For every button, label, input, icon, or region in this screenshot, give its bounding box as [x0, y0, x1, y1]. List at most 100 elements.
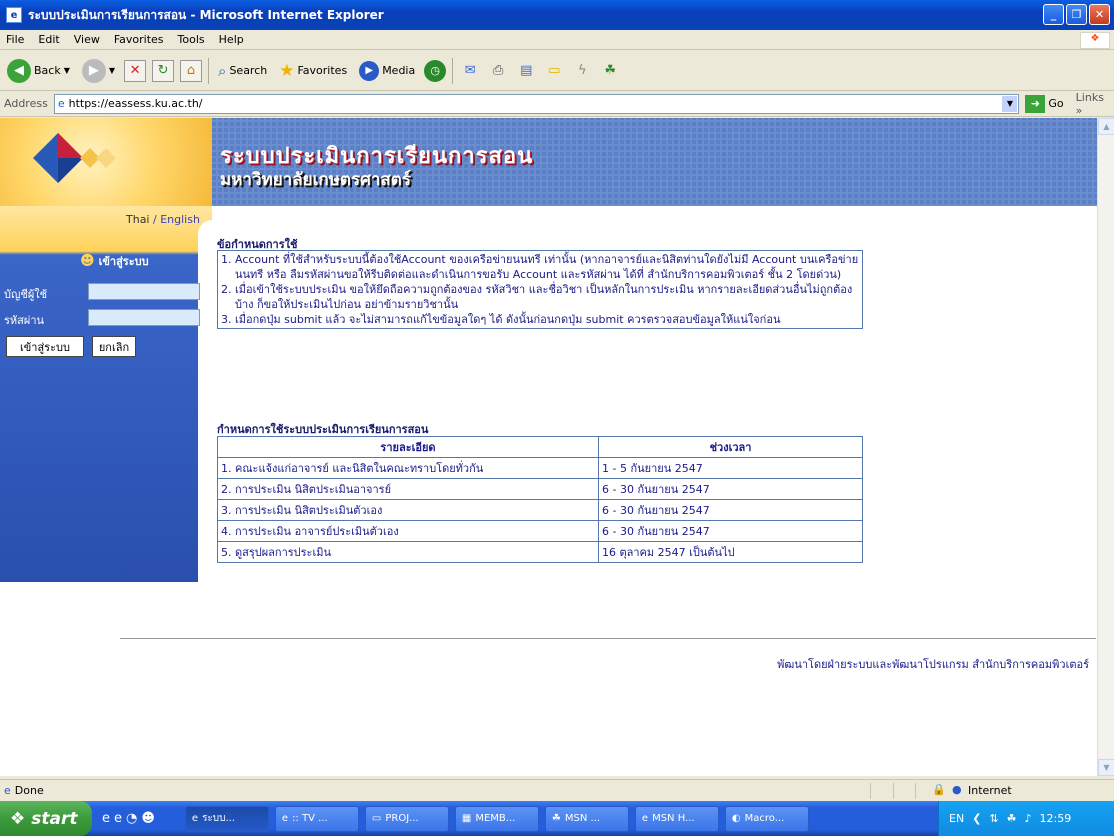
network-icon[interactable]: ⇅ — [989, 812, 998, 825]
lang-english[interactable]: English — [160, 213, 200, 226]
go-label: Go — [1048, 97, 1064, 110]
task-button[interactable]: e ระบบ... — [184, 805, 269, 832]
menu-bar: File Edit View Favorites Tools Help — [0, 30, 1114, 50]
msn-icon: ☘ — [551, 813, 561, 824]
login-heading: ☻ เข้าสู่ระบบ — [80, 252, 149, 270]
tray-chevron-icon[interactable]: ❮ — [972, 812, 981, 825]
messenger-quicklaunch-icon[interactable]: ☻ — [141, 811, 155, 826]
windows-logo-icon: ❖ — [1080, 32, 1110, 49]
lang-thai[interactable]: Thai — [126, 213, 150, 226]
task-button[interactable]: e MSN H... — [634, 805, 719, 832]
chevron-down-icon[interactable]: ▼ — [1001, 94, 1019, 113]
task-button[interactable]: ▦ MEMB... — [454, 805, 539, 832]
task-buttons: e ระบบ... e:: TV ... ▭ PROJ... ▦ MEMB... ☘ M… — [184, 805, 809, 832]
start-button[interactable]: ❖ start — [0, 801, 92, 836]
rule-text: เมื่อเข้าใช้ระบบประเมิน ขอให้ยึดถือความถ… — [235, 283, 853, 311]
login-button[interactable]: เข้าสู่ระบบ — [6, 336, 84, 357]
cell-detail: 1. คณะแจ้งแก่อาจารย์ และนิสิตในคณะทราบโด… — [217, 457, 599, 479]
ie-icon: e — [6, 7, 22, 23]
ku-logo-icon — [33, 133, 116, 183]
favorites-label: Favorites — [297, 64, 348, 77]
menu-favorites[interactable]: Favorites — [114, 33, 164, 46]
scroll-up-icon[interactable]: ▲ — [1098, 118, 1114, 135]
password-input[interactable] — [88, 309, 200, 326]
ie2-quicklaunch-icon[interactable]: e — [114, 811, 122, 826]
username-input[interactable] — [88, 283, 200, 300]
title-bar: e ระบบประเมินการเรียนการสอน - Microsoft … — [0, 0, 1114, 30]
print-icon[interactable]: ⎙ — [487, 60, 509, 82]
password-label: รหัสผ่าน — [4, 314, 45, 327]
task-label: MSN H... — [652, 813, 695, 824]
scroll-down-icon[interactable]: ▼ — [1098, 759, 1114, 776]
task-button[interactable]: ☘ MSN ... — [544, 805, 629, 832]
minimize-button[interactable]: _ — [1043, 4, 1064, 25]
menu-edit[interactable]: Edit — [38, 33, 59, 46]
rule-text: Account ที่ใช้สำหรับระบบนี้ต้องใช้Accoun… — [235, 253, 859, 281]
page-content: ระบบประเมินการเรียนการสอน มหาวิทยาลัยเกษ… — [0, 118, 1097, 776]
volume-icon[interactable]: ♪ — [1025, 812, 1032, 825]
status-bar: e Done 🔒 ● Internet — [0, 779, 1114, 801]
menu-view[interactable]: View — [74, 33, 100, 46]
stop-icon[interactable]: ✕ — [124, 59, 147, 82]
rule-number: 3. — [221, 313, 232, 326]
search-button[interactable]: ⌕ Search — [215, 56, 270, 86]
research-icon[interactable]: ϟ — [571, 60, 593, 82]
refresh-icon[interactable]: ↻ — [152, 59, 175, 82]
table-row: 3. การประเมิน นิสิตประเมินตัวเอง 6 - 30 ก… — [217, 499, 863, 521]
vertical-scrollbar[interactable]: ▲ ▼ — [1097, 118, 1114, 776]
discuss-icon[interactable]: ▭ — [543, 60, 565, 82]
address-url: https://eassess.ku.ac.th/ — [68, 97, 203, 110]
messenger-icon[interactable]: ☘ — [599, 60, 621, 82]
menu-tools[interactable]: Tools — [178, 33, 205, 46]
history-icon[interactable]: ◷ — [424, 59, 447, 82]
star-icon: ★ — [279, 60, 295, 81]
links-label: Links — [1075, 90, 1104, 104]
search-icon: ⌕ — [218, 61, 227, 80]
task-button[interactable]: ◐ Macro... — [724, 805, 809, 832]
go-button[interactable]: ➜ Go — [1025, 94, 1064, 113]
cell-period: 6 - 30 กันยายน 2547 — [598, 520, 863, 542]
home-icon[interactable]: ⌂ — [180, 59, 203, 82]
go-arrow-icon: ➜ — [1025, 94, 1046, 113]
zone-text: Internet — [968, 784, 1012, 797]
quick-launch: e e ◔ ☻ — [102, 811, 155, 826]
lock-icon: 🔒 — [932, 783, 946, 796]
task-label: :: TV ... — [292, 813, 328, 824]
media-button[interactable]: ▶ Media — [356, 56, 418, 86]
media-label: Media — [382, 64, 416, 77]
menu-file[interactable]: File — [6, 33, 24, 46]
close-button[interactable]: ✕ — [1089, 4, 1110, 25]
mail-icon[interactable]: ✉ — [459, 60, 481, 82]
rule-number: 1. — [221, 253, 232, 266]
users-icon: ☻ — [80, 253, 95, 269]
cell-detail: 3. การประเมิน นิสิตประเมินตัวเอง — [217, 499, 599, 521]
cancel-button[interactable]: ยกเลิก — [92, 336, 136, 357]
task-button[interactable]: ▭ PROJ... — [364, 805, 449, 832]
messenger-tray-icon[interactable]: ☘ — [1007, 812, 1017, 825]
table-icon: ▦ — [461, 813, 472, 824]
address-input[interactable]: e https://eassess.ku.ac.th/ ▼ — [53, 93, 1020, 114]
rules-box: 1. Account ที่ใช้สำหรับระบบนี้ต้องใช้Acco… — [217, 250, 863, 329]
links-button[interactable]: Links » — [1076, 91, 1114, 117]
back-button[interactable]: ◀ Back ▼ — [4, 56, 73, 86]
maximize-button[interactable]: ❐ — [1066, 4, 1087, 25]
taskbar: ❖ start e e ◔ ☻ e ระบบ... e:: TV ... ▭ PRO… — [0, 801, 1114, 836]
task-button[interactable]: e:: TV ... — [274, 805, 359, 832]
separator — [452, 57, 454, 84]
address-bar: Address e https://eassess.ku.ac.th/ ▼ ➜ … — [0, 91, 1114, 117]
outlook-quicklaunch-icon[interactable]: ◔ — [126, 811, 137, 826]
page-done-icon: e — [4, 784, 11, 797]
cell-period: 1 - 5 กันยายน 2547 — [598, 457, 863, 479]
rule-number: 2. — [221, 283, 232, 296]
cell-detail: 5. ดูสรุปผลการประเมิน — [217, 541, 599, 563]
task-label: MSN ... — [564, 813, 601, 824]
language-indicator[interactable]: EN — [949, 812, 964, 825]
menu-help[interactable]: Help — [219, 33, 244, 46]
table-row: 5. ดูสรุปผลการประเมิน 16 ตุลาคม 2547 เป็น… — [217, 541, 863, 563]
ie-quicklaunch-icon[interactable]: e — [102, 811, 110, 826]
status-text: Done — [14, 784, 44, 797]
status-cell — [870, 783, 871, 799]
edit-icon[interactable]: ▤ — [515, 60, 537, 82]
forward-button[interactable]: ▶ ▼ — [79, 56, 118, 86]
favorites-button[interactable]: ★ Favorites — [276, 56, 350, 86]
